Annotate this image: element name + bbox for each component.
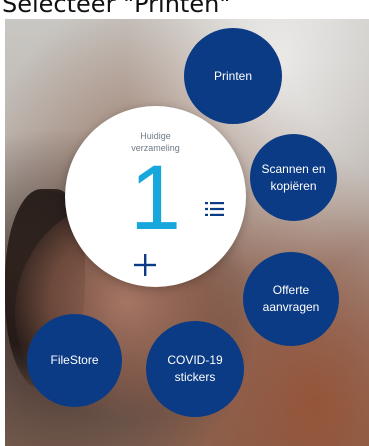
scannen-kopieren-button[interactable]: Scannen en kopiëren — [250, 134, 337, 221]
printen-label: Printen — [213, 68, 253, 83]
filestore-label: FileStore — [50, 353, 99, 367]
instruction-text: Selecteer "Printen" — [2, 0, 231, 18]
filestore-button[interactable]: FileStore — [27, 314, 122, 407]
scannen-kopieren-label: Scannen en kopiëren — [261, 161, 326, 193]
collection-count: 1 — [129, 147, 182, 249]
covid-stickers-label: COVID-19 stickers — [167, 353, 223, 384]
offerte-aanvragen-button[interactable]: Offerte aanvragen — [243, 252, 339, 346]
current-collection-circle[interactable]: Huidige verzameling 1 — [65, 106, 246, 287]
plus-icon[interactable] — [134, 254, 156, 276]
list-icon[interactable] — [205, 201, 224, 217]
page: Selecteer "Printen" Printen Scannen en k… — [0, 0, 369, 446]
printen-button[interactable]: Printen — [184, 28, 282, 124]
offerte-aanvragen-label: Offerte aanvragen — [262, 283, 320, 314]
covid-stickers-button[interactable]: COVID-19 stickers — [146, 321, 244, 417]
